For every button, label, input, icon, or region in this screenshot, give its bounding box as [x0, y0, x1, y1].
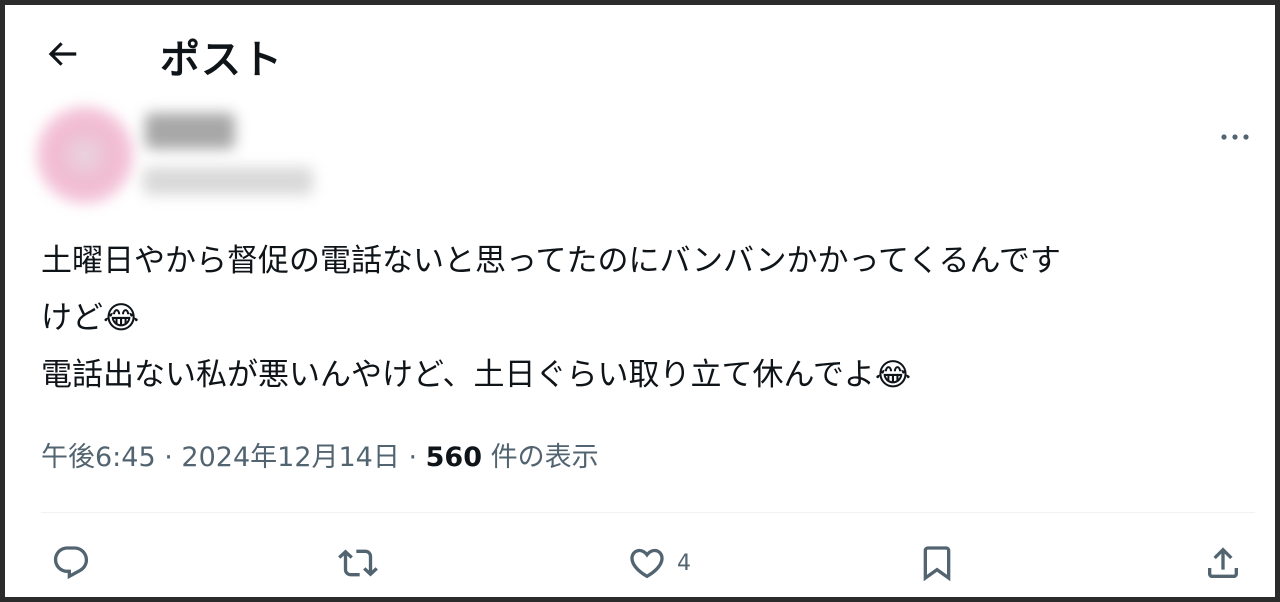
heart-icon — [630, 548, 664, 579]
repost-icon — [338, 549, 378, 577]
post-meta: 午後6:45 · 2024年12月14日 · 560 件の表示 — [41, 435, 599, 474]
more-icon[interactable] — [1215, 127, 1255, 147]
reply-icon — [53, 546, 89, 580]
bookmark-icon — [923, 546, 951, 582]
divider — [41, 512, 1255, 513]
meta-separator: · — [408, 442, 418, 473]
post-date[interactable]: 2024年12月14日 — [181, 442, 399, 473]
post-text: 土曜日やから督促の電話ないと思ってたのにバンバンかかってくるんです けど😂 電話… — [41, 243, 1061, 393]
author-display-name[interactable] — [145, 113, 235, 149]
like-button[interactable]: 4 — [627, 541, 691, 585]
page-title: ポスト — [160, 37, 283, 83]
arrow-left-icon[interactable] — [43, 35, 81, 73]
bookmark-button[interactable] — [917, 541, 957, 585]
avatar[interactable] — [35, 105, 135, 205]
meta-separator: · — [164, 442, 173, 473]
repost-button[interactable] — [338, 541, 378, 585]
author-handle[interactable] — [143, 167, 313, 195]
post-frame: ポスト 土曜日やから督促の電話ないと思ってたのにバンバンかかってくるんです けど… — [0, 0, 1280, 602]
like-count: 4 — [677, 550, 691, 576]
header: ポスト — [5, 5, 1275, 100]
post-time[interactable]: 午後6:45 — [41, 442, 156, 473]
views-label: 件の表示 — [490, 442, 599, 473]
views-count: 560 — [425, 442, 483, 473]
share-button[interactable] — [1203, 541, 1243, 585]
share-icon — [1208, 547, 1238, 578]
reply-button[interactable] — [51, 541, 91, 585]
